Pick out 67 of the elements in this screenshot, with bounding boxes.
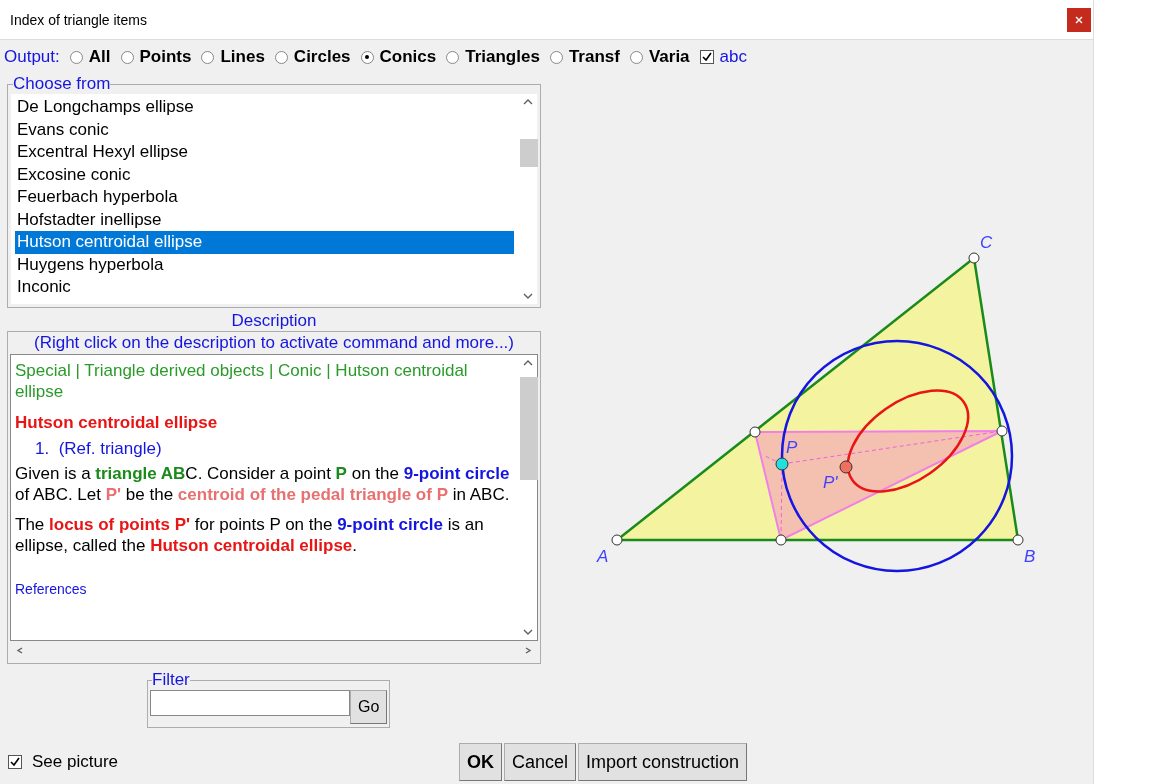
radio-option[interactable]: Varia [629, 47, 690, 67]
breadcrumb: Special | Triangle derived objects | Conic | Hutson centroidal ellipse [15, 360, 469, 402]
close-icon[interactable] [1075, 15, 1083, 24]
references-link[interactable]: References [15, 579, 87, 600]
radio-option[interactable]: Points [120, 47, 192, 67]
list-item[interactable]: Excentral Hexyl ellipse [15, 141, 514, 164]
radio-icon[interactable] [274, 50, 288, 64]
point-marker[interactable] [839, 460, 853, 474]
radio-icon[interactable] [629, 50, 643, 64]
radio-icon[interactable] [360, 50, 374, 64]
dialog-button[interactable]: Cancel [504, 743, 577, 781]
radio-option[interactable]: Lines [201, 47, 265, 67]
list-item[interactable]: Feuerbach hyperbola [15, 186, 514, 209]
dialog-button[interactable]: Import construction [578, 743, 748, 781]
scroll-thumb[interactable] [520, 139, 538, 167]
description-heading: Hutson centroidal ellipse [15, 412, 219, 433]
point-marker[interactable] [749, 426, 761, 438]
point-marker[interactable] [968, 252, 980, 264]
description-paragraph: Given is a triangle ABC. Consider a point P on the 9-point circle of ABC. Let P' be the centroid of the pedal triangle of P in ABC. [15, 463, 511, 505]
list-item[interactable]: De Longchamps ellipse [15, 96, 514, 119]
list-item[interactable]: Huygens hyperbola [15, 253, 514, 276]
description-hint: (Right click on the description to activate command and more...) [33, 332, 515, 354]
scroll-up-icon[interactable] [522, 98, 533, 105]
radio-icon[interactable] [120, 50, 134, 64]
description-title: Description [230, 311, 318, 331]
point-label: P' [823, 473, 838, 492]
point-marker[interactable] [996, 425, 1008, 437]
checkbox-label: See picture [32, 752, 118, 772]
radio-icon[interactable] [69, 50, 83, 64]
checkbox-label: abc [719, 47, 747, 67]
point-label: C [980, 233, 993, 252]
close-button[interactable] [1067, 7, 1091, 32]
group-title: Choose from [13, 74, 111, 94]
point-marker[interactable] [611, 534, 623, 546]
list-item[interactable]: Hutson centroidal ellipse [15, 231, 514, 254]
numbered-item: 1. (Ref. triangle) [35, 438, 163, 459]
list-item[interactable]: Hofstadter inellipse [15, 208, 514, 231]
point-label: P [786, 438, 798, 457]
point-marker[interactable] [775, 534, 787, 546]
go-button[interactable]: Go [350, 690, 388, 724]
list-item[interactable]: Evans conic [15, 118, 514, 141]
scroll-thumb[interactable] [520, 377, 538, 480]
dialog-button[interactable]: OK [459, 743, 502, 781]
point-marker[interactable] [775, 457, 789, 471]
radio-icon[interactable] [549, 50, 563, 64]
scroll-up-icon[interactable] [522, 359, 533, 366]
description-paragraph: The locus of points P' for points P on the 9-point circle is an ellipse, called the Hutson centroidal ellipse. [15, 514, 485, 556]
window-title: Index of triangle items [10, 11, 147, 28]
radio-icon[interactable] [446, 50, 460, 64]
point-label: A [597, 547, 609, 566]
radio-option[interactable]: Transf [549, 47, 620, 67]
list-item[interactable]: Excosine conic [15, 163, 514, 186]
scroll-down-icon[interactable] [522, 629, 533, 636]
radio-option[interactable]: Conics [360, 47, 437, 67]
output-label: Output: [4, 47, 60, 67]
filter-field[interactable] [150, 690, 350, 716]
scroll-down-icon[interactable] [522, 293, 533, 300]
radio-option[interactable]: All [69, 47, 111, 67]
radio-icon[interactable] [201, 50, 215, 64]
group-title: Filter [152, 670, 190, 690]
checkbox[interactable] [8, 755, 22, 769]
point-label: B [1024, 547, 1036, 566]
radio-option[interactable]: Triangles [446, 47, 540, 67]
list-item[interactable]: Inconic [15, 276, 514, 299]
checkbox[interactable] [699, 50, 714, 64]
radio-option[interactable]: Circles [274, 47, 351, 67]
point-marker[interactable] [1012, 534, 1024, 546]
